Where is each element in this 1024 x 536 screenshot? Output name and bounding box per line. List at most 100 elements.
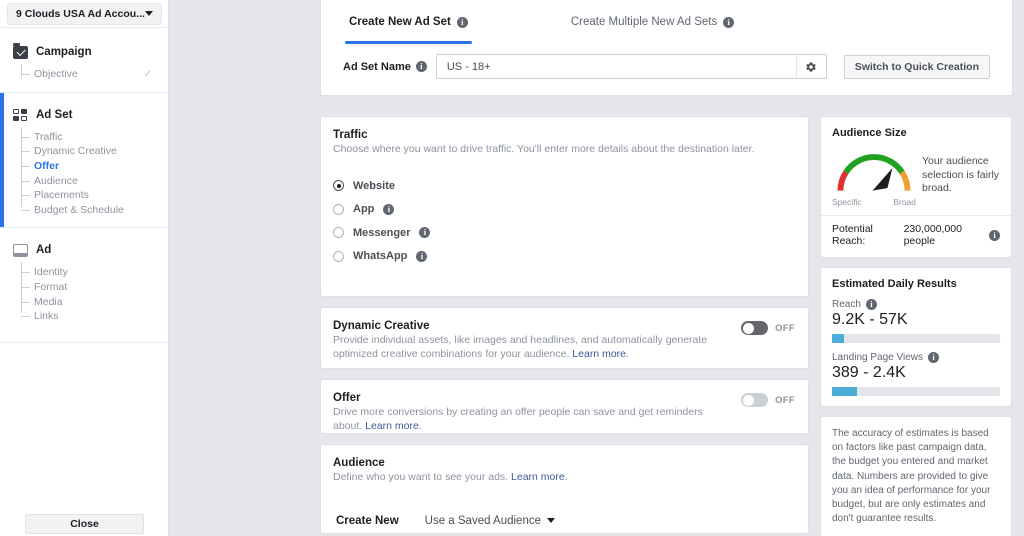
sidebar-item-budget-schedule[interactable]: Budget & Schedule: [21, 203, 168, 218]
learn-more-link[interactable]: Learn more: [511, 471, 565, 483]
sidebar-item-media[interactable]: Media: [21, 294, 168, 309]
nav-section-label: Campaign: [36, 46, 92, 58]
gauge-labels: Specific Broad: [832, 197, 916, 207]
nav-head-ad[interactable]: Ad: [0, 240, 168, 260]
sidebar-item-label: Audience: [34, 174, 78, 187]
sidebar-item-traffic[interactable]: Traffic: [21, 130, 168, 145]
nav-section-campaign: Campaign Objective ✓: [0, 28, 168, 93]
metric-value: 9.2K - 57K: [832, 311, 908, 328]
info-icon[interactable]: i: [416, 250, 428, 262]
tab-label: Create New: [336, 514, 399, 527]
radio-icon[interactable]: [333, 250, 344, 262]
content-column: Traffic Choose where you want to drive t…: [320, 116, 809, 536]
info-icon[interactable]: i: [989, 229, 1000, 241]
info-icon[interactable]: i: [383, 203, 395, 215]
sidebar-item-label: Offer: [34, 160, 60, 173]
learn-more-link[interactable]: Learn more: [572, 348, 626, 360]
nav-tree-ad: Identity Format Media Links: [21, 262, 168, 324]
radio-label: App: [353, 203, 375, 216]
dynamic-creative-toggle[interactable]: [741, 321, 769, 335]
audience-size-gauge-row: Specific Broad Your audience selection i…: [832, 147, 1000, 207]
offer-toggle[interactable]: [741, 393, 769, 407]
sidebar-item-offer[interactable]: Offer: [21, 159, 168, 174]
potential-reach-row: Potential Reach: 230,000,000 people i: [832, 216, 1000, 247]
radio-whatsapp[interactable]: WhatsApp i: [333, 244, 794, 268]
traffic-options: Website App i Messenger i WhatsApp i: [333, 174, 794, 268]
toggle-state-label: OFF: [775, 394, 795, 406]
sidebar-item-label: Media: [34, 295, 63, 308]
radio-icon[interactable]: [333, 227, 344, 239]
dynamic-creative-title: Dynamic Creative: [333, 320, 430, 332]
gear-icon[interactable]: [795, 55, 826, 78]
potential-reach-label: Potential Reach:: [832, 223, 873, 247]
metric-label-row: Landing Page Views i: [832, 352, 1000, 363]
sidebar-item-label: Links: [34, 310, 59, 323]
sidebar-item-label: Budget & Schedule: [34, 203, 124, 216]
switch-to-quick-creation-button[interactable]: Switch to Quick Creation: [843, 54, 990, 79]
create-ad-set-header-card: Create New Ad Set i Create Multiple New …: [320, 0, 1013, 96]
sidebar-item-identity[interactable]: Identity: [21, 265, 168, 280]
sidebar-item-label: Dynamic Creative: [34, 145, 117, 158]
info-icon[interactable]: i: [419, 227, 431, 239]
toggle-state-label: OFF: [775, 322, 795, 334]
metric-label: Reach: [832, 299, 861, 310]
sidebar-item-label: Traffic: [34, 130, 63, 143]
radio-website[interactable]: Website: [333, 174, 794, 198]
sidebar-item-format[interactable]: Format: [21, 280, 168, 295]
info-icon[interactable]: i: [723, 16, 735, 28]
info-icon[interactable]: i: [415, 61, 427, 72]
sidebar-item-objective[interactable]: Objective ✓: [21, 67, 168, 82]
radio-icon[interactable]: [333, 180, 344, 192]
metric-bar: [832, 387, 1000, 396]
audience-size-card: Audience Size Specific Broad Your audien…: [820, 116, 1012, 258]
gauge-label-broad: Broad: [893, 197, 916, 207]
tab-create-new-ad-set[interactable]: Create New Ad Set i: [345, 0, 472, 44]
audience-tab-row: Create New Use a Saved Audience: [333, 515, 794, 527]
ad-account-selector[interactable]: 9 Clouds USA Ad Accou...: [7, 2, 162, 25]
aud-desc-end: .: [564, 471, 568, 483]
sidebar-item-label: Placements: [34, 189, 89, 202]
dynamic-creative-description: Provide individual assets, like images a…: [333, 334, 711, 362]
active-section-indicator: [0, 92, 4, 228]
potential-reach-value: 230,000,000 people: [903, 223, 962, 247]
ad-set-name-input[interactable]: [436, 60, 796, 73]
dc-desc-end: .: [626, 347, 629, 360]
sidebar-item-audience[interactable]: Audience: [21, 173, 168, 188]
close-button[interactable]: Close: [25, 514, 144, 534]
info-icon[interactable]: i: [865, 299, 877, 310]
sidebar-item-dynamic-creative[interactable]: Dynamic Creative: [21, 144, 168, 159]
offer-card: Offer Drive more conversions by creating…: [320, 379, 809, 434]
ad-account-label: 9 Clouds USA Ad Accou...: [16, 7, 145, 20]
tab-use-saved-audience[interactable]: Use a Saved Audience: [425, 515, 555, 527]
sidebar-item-placements[interactable]: Placements: [21, 188, 168, 203]
aud-desc-text: Define who you want to see your ads.: [333, 471, 512, 483]
radio-label: WhatsApp: [353, 250, 408, 263]
gauge-label-specific: Specific: [832, 197, 862, 207]
offer-desc-end: .: [418, 419, 422, 432]
nav-head-adset[interactable]: Ad Set: [0, 105, 168, 125]
sidebar: 9 Clouds USA Ad Accou... Campaign Object…: [0, 0, 169, 536]
dynamic-creative-card: Dynamic Creative Provide individual asse…: [320, 307, 809, 369]
radio-app[interactable]: App i: [333, 197, 794, 221]
ad-set-name-input-wrap: [435, 54, 827, 79]
audience-title: Audience: [333, 457, 385, 469]
nav-section-ad: Ad Identity Format Media Links: [0, 228, 168, 343]
nav-head-campaign[interactable]: Campaign: [0, 42, 168, 62]
radio-messenger[interactable]: Messenger i: [333, 221, 794, 245]
tab-create-multiple-new-ad-sets[interactable]: Create Multiple New Ad Sets i: [567, 0, 738, 44]
info-icon[interactable]: i: [928, 352, 939, 363]
sidebar-item-label: Identity: [34, 266, 68, 279]
audience-size-gauge: Specific Broad: [832, 147, 916, 207]
screen-icon: [13, 243, 28, 257]
ad-set-name-label: Ad Set Name i: [343, 61, 427, 73]
sidebar-item-label: Format: [34, 281, 68, 294]
radio-icon[interactable]: [333, 203, 344, 215]
audience-size-summary: Your audience selection is fairly broad.: [922, 155, 1000, 195]
chevron-down-icon: [547, 518, 555, 524]
sidebar-item-links[interactable]: Links: [21, 309, 168, 324]
learn-more-link[interactable]: Learn more: [365, 420, 419, 432]
ad-set-name-label-text: Ad Set Name: [343, 60, 411, 73]
grid-icon: [13, 108, 28, 121]
info-icon[interactable]: i: [456, 16, 468, 28]
tab-create-new-audience[interactable]: Create New: [336, 515, 399, 527]
